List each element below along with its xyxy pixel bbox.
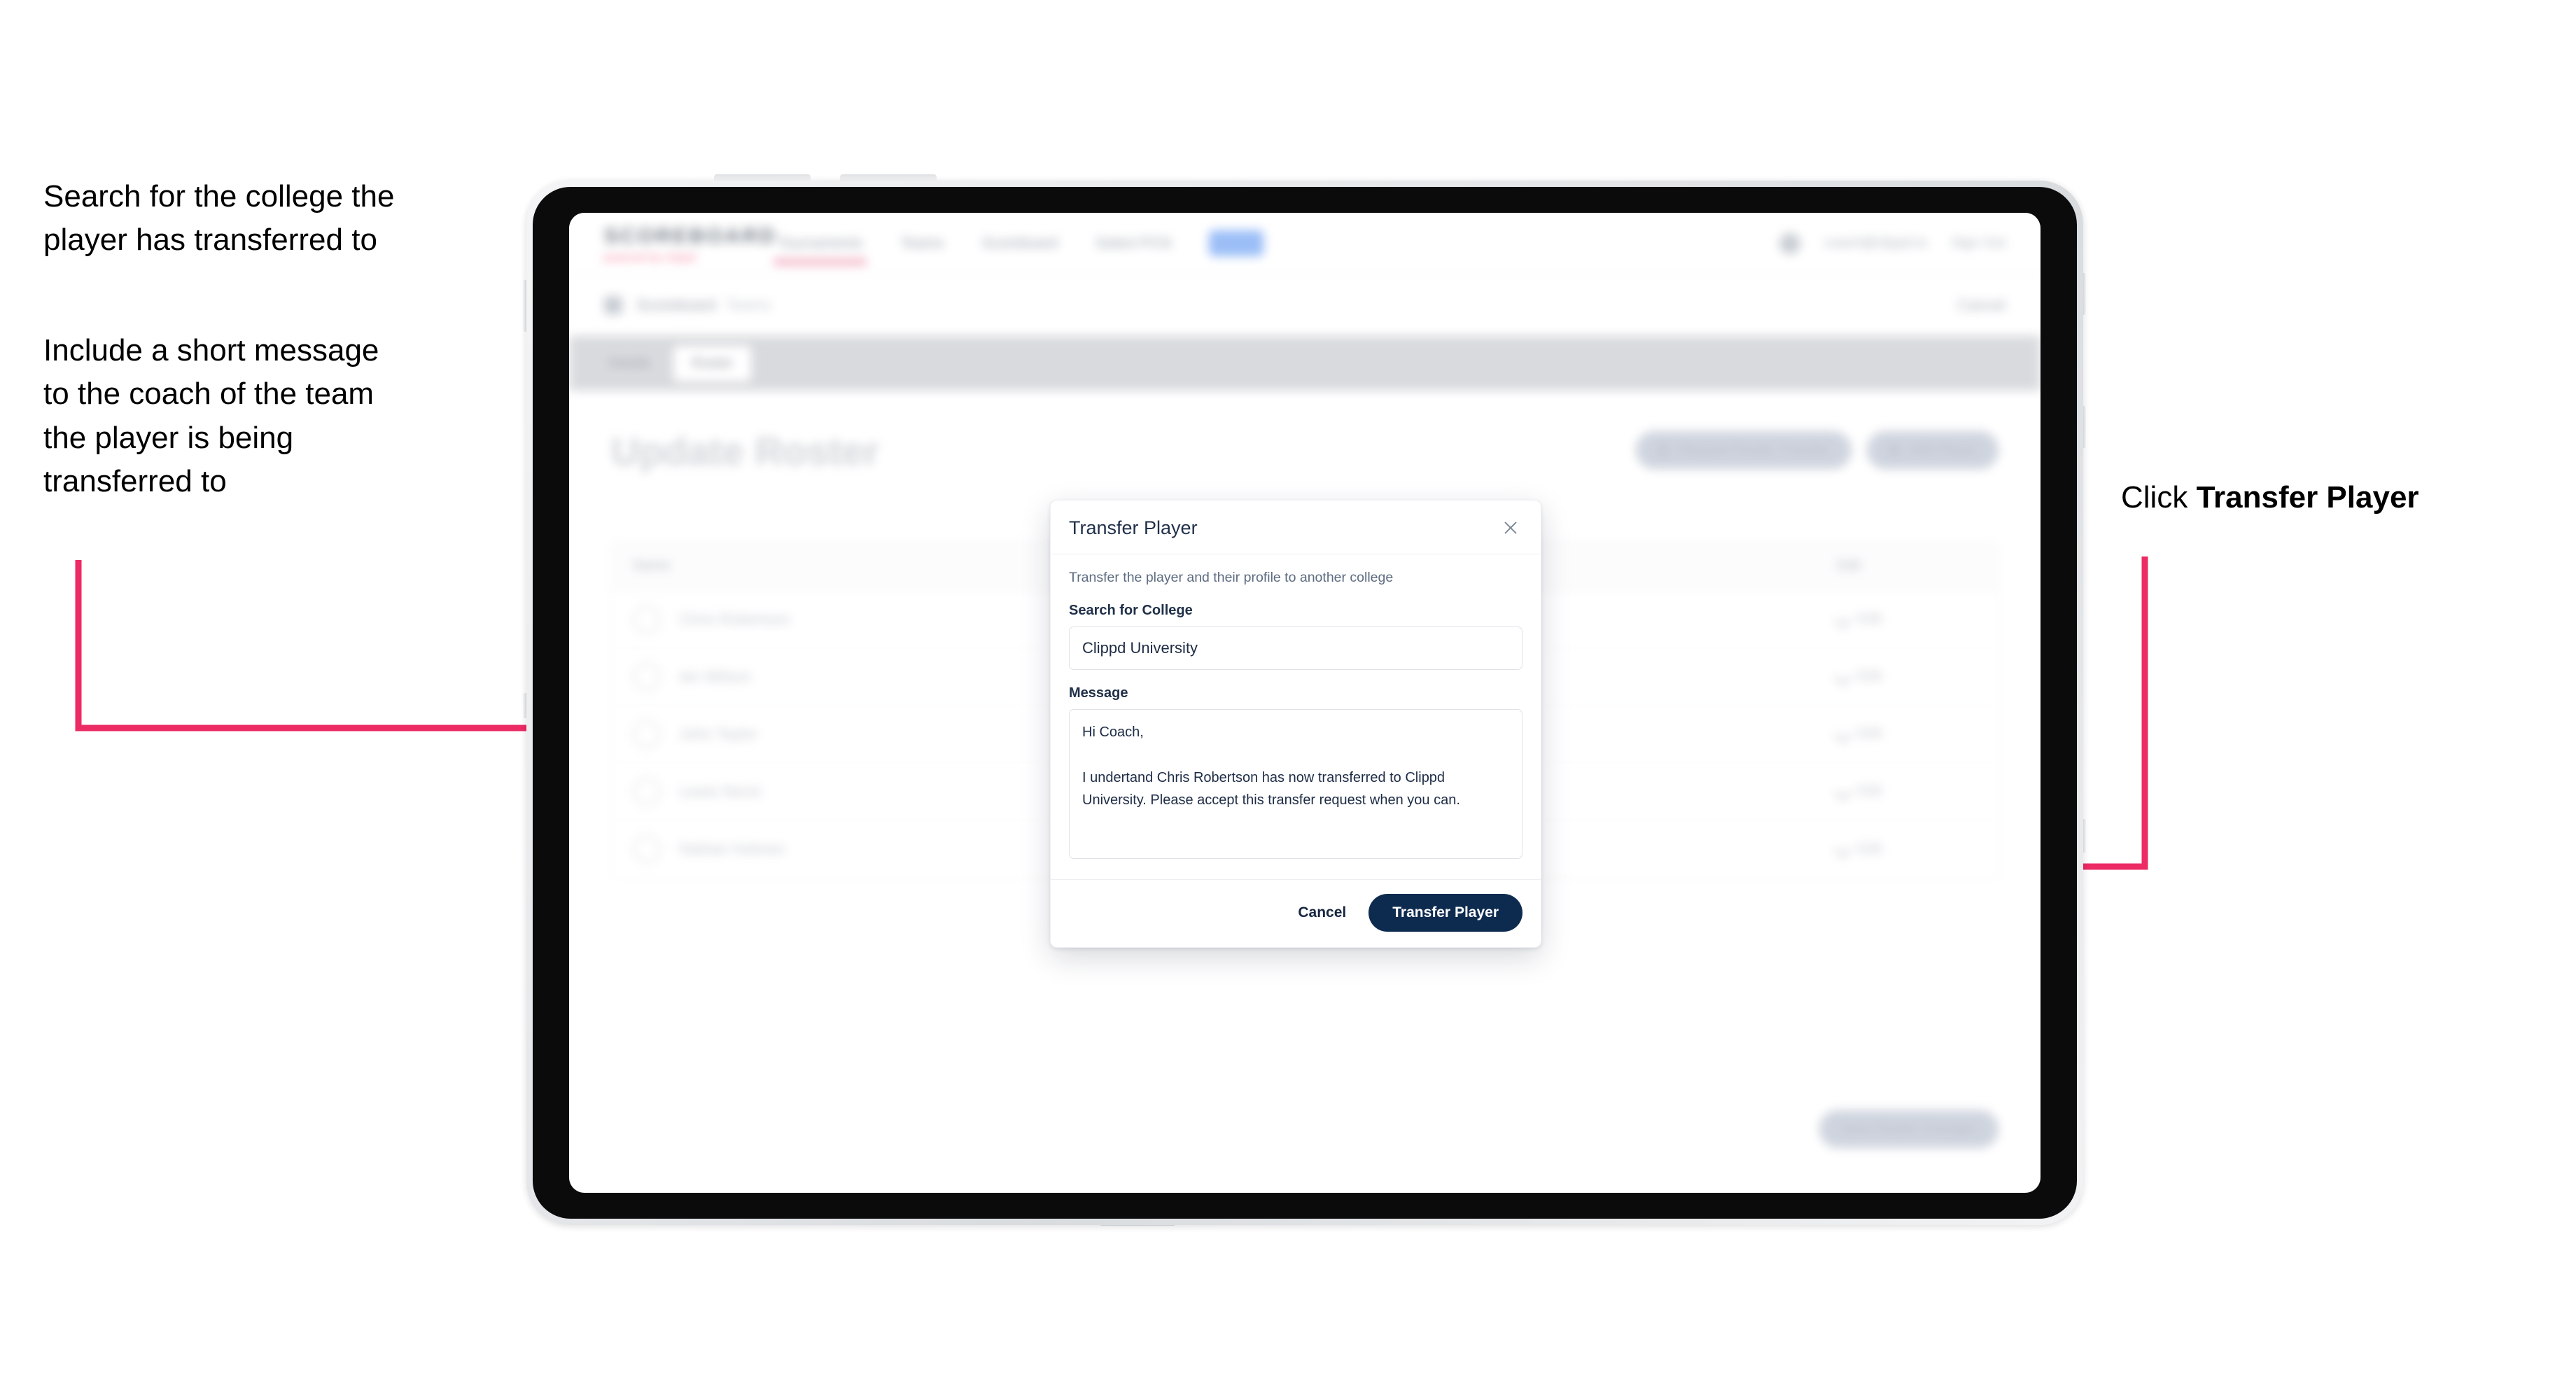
annotation-click-transfer: Click Transfer Player [2121,476,2555,519]
dialog-body: Transfer the player and their profile to… [1051,554,1541,879]
college-field-label: Search for College [1069,603,1193,618]
cancel-button[interactable]: Cancel [1294,897,1350,928]
screenshot-root: Search for the college the player has tr… [0,0,2576,1386]
transfer-player-button[interactable]: Transfer Player [1368,894,1522,932]
annotation-click-prefix: Click [2121,480,2197,514]
annotation-click-bold: Transfer Player [2196,480,2419,514]
annotation-include-message: Include a short message to the coach of … [43,333,379,499]
search-college-input[interactable] [1069,626,1522,670]
transfer-player-dialog: Transfer Player Transfer the player and … [1050,500,1541,948]
dialog-footer: Cancel Transfer Player [1051,879,1541,947]
dialog-subtitle: Transfer the player and their profile to… [1069,570,1394,585]
dialog-title: Transfer Player [1069,517,1198,538]
message-textarea[interactable]: Hi Coach, I undertand Chris Robertson ha… [1069,709,1522,859]
annotation-search-college: Search for the college the player has tr… [43,179,395,258]
close-icon[interactable] [1499,516,1522,540]
dialog-header: Transfer Player [1051,500,1541,554]
message-field-label: Message [1069,685,1128,701]
